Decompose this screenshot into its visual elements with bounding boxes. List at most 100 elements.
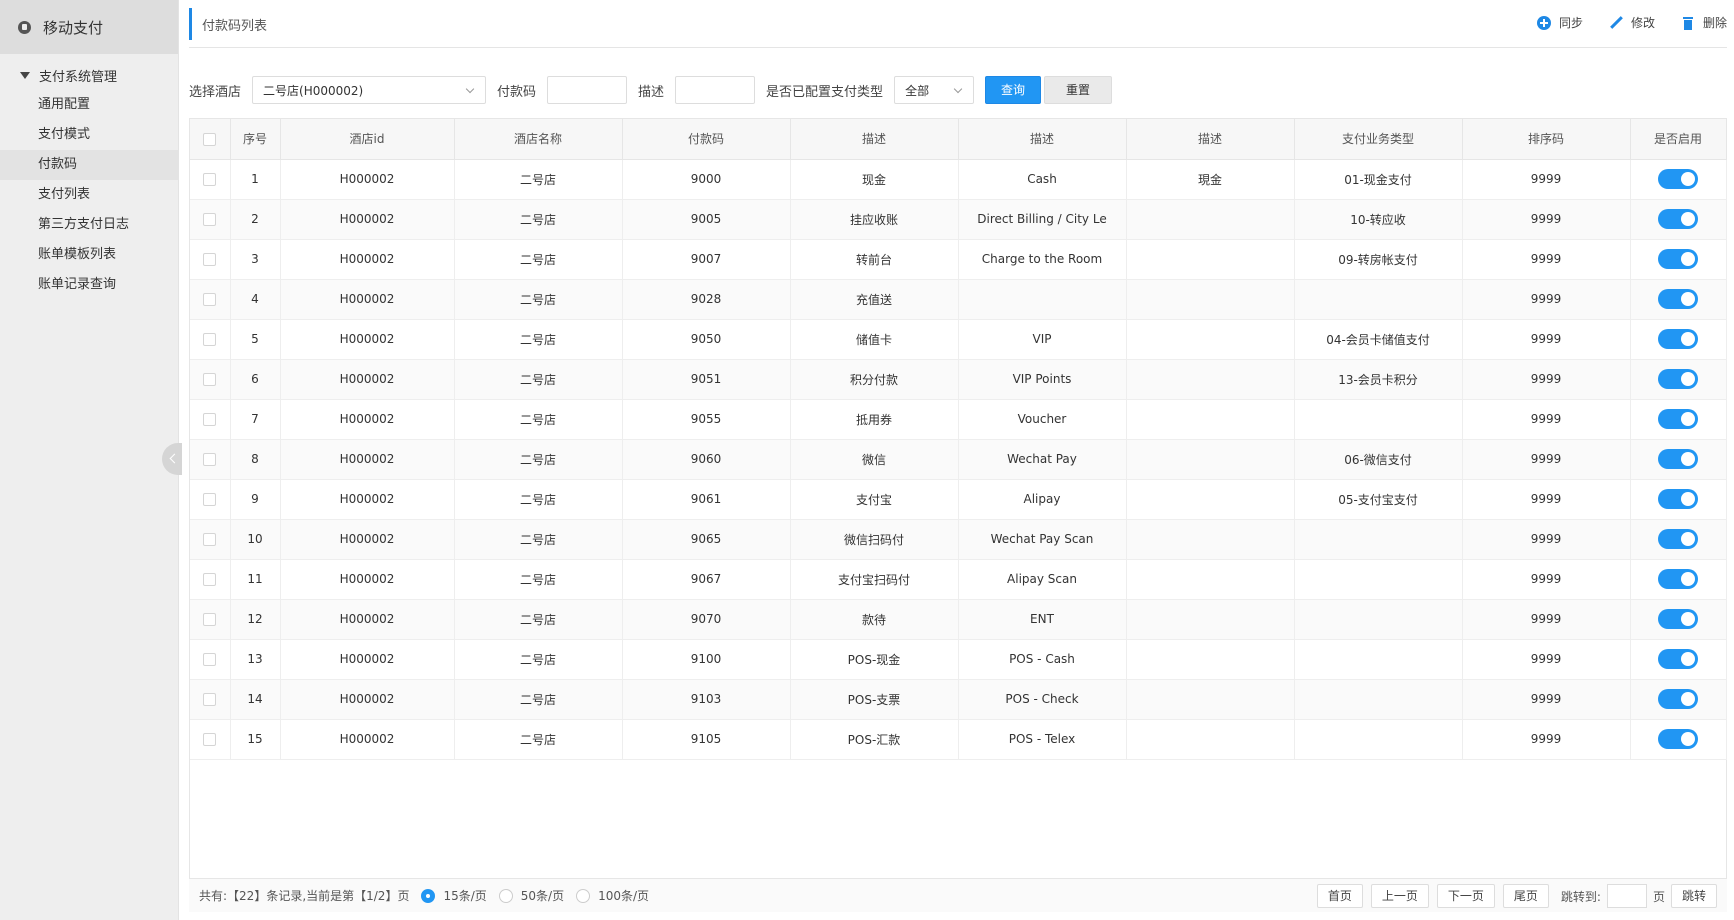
row-checkbox[interactable] [203,333,217,346]
enabled-toggle[interactable] [1658,249,1698,269]
table-row[interactable]: 6 H000002 二号店 9051 积分付款 VIP Points 13-会员卡积分 999… [190,359,1727,400]
row-select-cell [190,159,231,200]
table-row[interactable]: 8 H000002 二号店 9060 微信 Wechat Pay 06-微信支付 9999 [190,439,1727,480]
enabled-toggle[interactable] [1658,689,1698,709]
sync-button[interactable]: 同步 [1536,14,1583,31]
sidebar-item-third-party-log[interactable]: 第三方支付日志 [0,210,178,240]
sidebar-group-payment-system[interactable]: 支付系统管理 [0,60,178,90]
row-checkbox[interactable] [203,613,217,626]
row-checkbox[interactable] [203,413,217,426]
table-row[interactable]: 1 H000002 二号店 9000 现金 Cash 現金 01-现金支付 9999 [190,159,1727,200]
row-checkbox[interactable] [203,373,217,386]
sort-code-cell: 9999 [1462,599,1631,640]
row-checkbox[interactable] [203,253,217,266]
enabled-toggle[interactable] [1658,209,1698,229]
payment-code-input[interactable] [547,76,628,104]
configured-select[interactable]: 全部 [894,76,975,104]
page-header: 付款码列表 同步 修改 删除 [189,8,1727,48]
table-row[interactable]: 14 H000002 二号店 9103 POS-支票 POS - Check 9999 [190,679,1727,720]
hotel-name-cell: 二号店 [454,559,623,600]
page-size-100-radio[interactable]: 100条/页 [576,887,649,904]
enabled-toggle[interactable] [1658,289,1698,309]
page-size-50-radio[interactable]: 50条/页 [498,887,564,904]
sidebar-item-general-config[interactable]: 通用配置 [0,90,178,120]
table-row[interactable]: 2 H000002 二号店 9005 挂应收账 Direct Billing / City… [190,199,1727,240]
enabled-toggle[interactable] [1658,409,1698,429]
row-select-cell [190,239,231,280]
last-page-button[interactable]: 尾页 [1502,884,1549,908]
edit-button[interactable]: 修改 [1609,14,1655,31]
row-checkbox[interactable] [203,293,217,306]
enabled-toggle[interactable] [1658,649,1698,669]
sidebar-header[interactable]: 移动支付 [0,0,178,54]
enabled-toggle[interactable] [1658,489,1698,509]
enabled-toggle[interactable] [1658,529,1698,549]
row-select-cell [190,519,231,560]
payment-code-cell: 9005 [622,199,791,240]
enabled-toggle[interactable] [1658,449,1698,469]
toolbar: 同步 修改 删除 [1511,14,1727,31]
pagination-bar: 共有:【22】条记录,当前是第【1/2】页 15条/页 50条/页 100条/页… [189,878,1727,912]
reset-button[interactable]: 重置 [1044,76,1113,104]
sidebar-item-payment-mode[interactable]: 支付模式 [0,120,178,150]
table-row[interactable]: 13 H000002 二号店 9100 POS-现金 POS - Cash 9999 [190,639,1727,680]
row-checkbox[interactable] [203,453,217,466]
row-checkbox[interactable] [203,213,217,226]
table-row[interactable]: 15 H000002 二号店 9105 POS-汇款 POS - Telex 9999 [190,719,1727,760]
table-row[interactable]: 3 H000002 二号店 9007 转前台 Charge to the Room 09-转… [190,239,1727,280]
column-header[interactable]: 酒店名称 [454,119,623,160]
column-header[interactable]: 描述 [958,119,1127,160]
enabled-toggle[interactable] [1658,369,1698,389]
jump-label: 跳转到: [1560,889,1601,904]
jump-button[interactable]: 跳转 [1670,884,1717,908]
table-row[interactable]: 12 H000002 二号店 9070 款待 ENT 9999 [190,599,1727,640]
sidebar-item-payment-code[interactable]: 付款码 [0,150,178,180]
row-checkbox[interactable] [203,573,217,586]
desc-input[interactable] [675,76,756,104]
select-all-checkbox[interactable] [203,132,217,146]
delete-button[interactable]: 删除 [1681,14,1727,31]
hotel-select[interactable]: 二号店(H000002) [252,76,487,104]
row-checkbox[interactable] [203,493,217,506]
table-row[interactable]: 5 H000002 二号店 9050 储值卡 VIP 04-会员卡储值支付 9999 [190,319,1727,360]
enabled-toggle[interactable] [1658,609,1698,629]
sort-code-cell: 9999 [1462,359,1631,400]
sidebar-item-bill-template[interactable]: 账单模板列表 [0,240,178,270]
row-checkbox[interactable] [203,733,217,746]
business-type-cell [1294,519,1463,560]
sidebar-item-bill-records[interactable]: 账单记录查询 [0,270,178,300]
prev-page-button[interactable]: 上一页 [1370,884,1429,908]
column-header[interactable]: 是否启用 [1630,119,1727,160]
enabled-toggle[interactable] [1658,569,1698,589]
table-row[interactable]: 10 H000002 二号店 9065 微信扫码付 Wechat Pay Scan 9999 [190,519,1727,560]
enabled-toggle[interactable] [1658,329,1698,349]
column-header[interactable]: 排序码 [1462,119,1631,160]
query-button[interactable]: 查询 [985,76,1042,104]
column-header[interactable]: 酒店id [280,119,455,160]
page-size-15-radio[interactable]: 15条/页 [421,887,487,904]
row-checkbox[interactable] [203,653,217,666]
sidebar-item-payment-list[interactable]: 支付列表 [0,180,178,210]
table-row[interactable]: 9 H000002 二号店 9061 支付宝 Alipay 05-支付宝支付 9999 [190,479,1727,520]
column-header[interactable]: 描述 [1126,119,1295,160]
enabled-cell [1630,559,1727,600]
table-row[interactable]: 11 H000002 二号店 9067 支付宝扫码付 Alipay Scan 9999 [190,559,1727,600]
column-header[interactable]: 描述 [790,119,959,160]
next-page-button[interactable]: 下一页 [1436,884,1495,908]
table-row[interactable]: 4 H000002 二号店 9028 充值送 9999 [190,279,1727,320]
jump-page-input[interactable] [1606,884,1647,908]
description-alt-cell [1126,319,1295,360]
row-checkbox[interactable] [203,693,217,706]
description-en-cell: VIP [958,319,1127,360]
row-checkbox[interactable] [203,533,217,546]
enabled-toggle[interactable] [1658,729,1698,749]
first-page-button[interactable]: 首页 [1316,884,1363,908]
table-row[interactable]: 7 H000002 二号店 9055 抵用券 Voucher 9999 [190,399,1727,440]
column-header[interactable]: 序号 [230,119,281,160]
row-number-cell: 11 [230,559,281,600]
column-header[interactable]: 付款码 [622,119,791,160]
row-checkbox[interactable] [203,173,217,186]
description-en-cell [958,279,1127,320]
column-header[interactable]: 支付业务类型 [1294,119,1463,160]
enabled-toggle[interactable] [1658,169,1698,189]
